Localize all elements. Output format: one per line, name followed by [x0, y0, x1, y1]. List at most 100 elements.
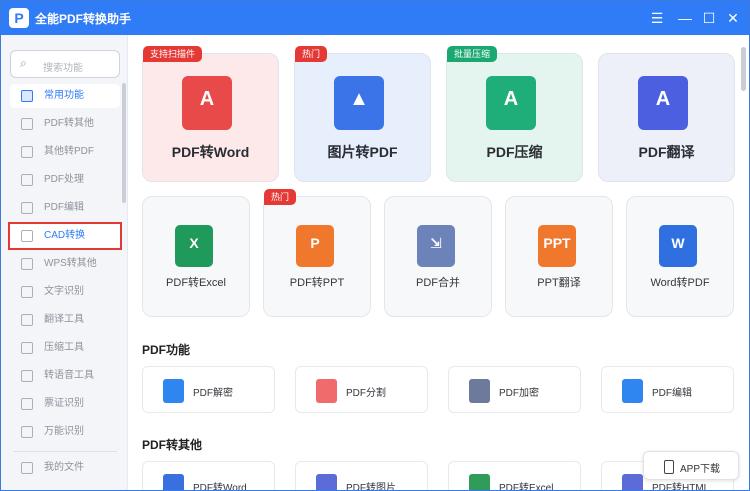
- ticket-icon: [21, 398, 33, 410]
- menu-icon[interactable]: ☰: [648, 9, 666, 27]
- sidebar-item-11[interactable]: 转语音工具: [10, 364, 120, 388]
- sidebar-item-label: 文字识别: [44, 286, 84, 297]
- sidebar-item-12[interactable]: 票证识别: [10, 392, 120, 416]
- icon-glyph: W: [671, 235, 685, 251]
- tool-icon: W: [659, 225, 697, 267]
- sidebar-item-1[interactable]: 常用功能: [10, 84, 120, 108]
- minimize-icon[interactable]: —: [676, 9, 694, 27]
- sidebar-item-label: WPS转其他: [44, 258, 97, 269]
- tool-card-label: PPT翻译: [537, 277, 581, 289]
- sidebar-item-3[interactable]: 其他转PDF: [10, 140, 120, 164]
- feature-card-label: 图片转PDF: [327, 144, 398, 160]
- file-icon: [622, 379, 643, 403]
- app-title: 全能PDF转换助手: [35, 12, 132, 26]
- sidebar-item-label: 转语音工具: [44, 370, 94, 381]
- feature-card-1[interactable]: 支持扫描件 A PDF转Word: [142, 46, 279, 182]
- sidebar-item-label: PDF处理: [44, 174, 84, 185]
- tool-card-label: PDF转Excel: [166, 277, 226, 289]
- tool-card-label: PDF转PPT: [289, 277, 345, 289]
- sidebar-item-9[interactable]: 翻译工具: [10, 308, 120, 332]
- translate-icon: [21, 314, 33, 326]
- sidebar-scrollbar[interactable]: [122, 83, 126, 203]
- feature-card-2[interactable]: 热门 ▲ 图片转PDF: [294, 46, 431, 182]
- sidebar-item-label: 压缩工具: [44, 342, 84, 353]
- tool-icon: P: [296, 225, 334, 267]
- close-icon[interactable]: ✕: [724, 9, 742, 27]
- maximize-icon[interactable]: ☐: [700, 9, 718, 27]
- card-tag: 热门: [295, 46, 328, 62]
- sidebar-item-6[interactable]: CAD转换: [8, 222, 122, 250]
- file-icon: [163, 379, 184, 403]
- feature-card-label: PDF转Word: [171, 144, 250, 160]
- sidebar-item-label: 常用功能: [44, 90, 84, 101]
- card-tag: 批量压缩: [447, 46, 498, 62]
- sidebar-item-my-files[interactable]: 我的文件: [10, 456, 120, 480]
- function-label: PDF转HTML: [652, 483, 710, 491]
- pdf-functions-card-2[interactable]: PDF分割: [295, 366, 428, 413]
- file-icon: [469, 379, 490, 403]
- feature-icon: A: [638, 76, 688, 130]
- file-icon: [469, 474, 490, 490]
- sidebar-item-label: 万能识别: [44, 426, 84, 437]
- search-input[interactable]: ⌕ 搜索功能: [10, 50, 120, 78]
- sidebar-item-2[interactable]: PDF转其他: [10, 112, 120, 136]
- pdf-to-other-card-2[interactable]: PDF转图片: [295, 461, 428, 491]
- icon-glyph: PPT: [543, 235, 571, 251]
- tool-card-label: Word转PDF: [650, 277, 710, 289]
- function-label: PDF转Word: [193, 483, 247, 491]
- pdf-edit-icon: [21, 202, 33, 214]
- function-label: PDF转图片: [346, 483, 396, 491]
- app-download-button[interactable]: APP下载: [643, 451, 739, 480]
- sidebar: ⌕ 搜索功能 常用功能 PDF转其他其他转PDF PDF处理 PDF编辑 CAD转换 WP…: [1, 35, 128, 490]
- icon-glyph: ⇲: [430, 235, 442, 251]
- tool-icon: X: [175, 225, 213, 267]
- home-icon: [21, 90, 33, 102]
- title-bar: P 全能PDF转换助手 ☰ — ☐ ✕: [1, 1, 749, 35]
- icon-glyph: A: [655, 88, 671, 110]
- feature-card-3[interactable]: 批量压缩 A PDF压缩: [446, 46, 583, 182]
- card-tag: 热门: [264, 189, 297, 205]
- tool-card-1[interactable]: X PDF转Excel: [142, 196, 250, 317]
- feature-card-label: PDF翻译: [638, 144, 695, 160]
- sidebar-item-13[interactable]: 万能识别: [10, 420, 120, 444]
- main-content: 支持扫描件 A PDF转Word 热门 ▲ 图片转PDF 批量压缩 A PDF压缩 A PDF翻译 …: [128, 35, 749, 491]
- feature-icon: A: [182, 76, 232, 130]
- main-scrollbar[interactable]: [741, 47, 746, 91]
- pdf-functions-card-4[interactable]: PDF编辑: [601, 366, 734, 413]
- tool-icon: ⇲: [417, 225, 455, 267]
- sidebar-item-label: PDF编辑: [44, 202, 84, 213]
- tool-card-5[interactable]: W Word转PDF: [626, 196, 734, 317]
- pdf-to-other-card-1[interactable]: PDF转Word: [142, 461, 275, 491]
- icon-glyph: P: [310, 235, 320, 251]
- phone-icon: [664, 460, 674, 474]
- icon-glyph: X: [189, 235, 199, 251]
- app-logo: P: [9, 8, 29, 28]
- icon-glyph: A: [503, 88, 519, 110]
- pdf-functions-card-3[interactable]: PDF加密: [448, 366, 581, 413]
- icon-glyph: ▲: [349, 88, 369, 110]
- search-icon: ⌕: [20, 56, 27, 70]
- card-tag: 支持扫描件: [143, 46, 203, 62]
- tool-card-2[interactable]: 热门 P PDF转PPT: [263, 189, 371, 317]
- pdf-icon: [21, 118, 33, 130]
- file-icon: [316, 474, 337, 490]
- file-icon: [316, 379, 337, 403]
- tool-icon: PPT: [538, 225, 576, 267]
- function-label: PDF解密: [193, 388, 233, 399]
- sidebar-item-10[interactable]: 压缩工具: [10, 336, 120, 360]
- tool-card-3[interactable]: ⇲ PDF合并: [384, 196, 492, 317]
- feature-card-4[interactable]: A PDF翻译: [598, 53, 735, 182]
- sidebar-item-5[interactable]: PDF编辑: [10, 196, 120, 220]
- pdf-to-other-card-3[interactable]: PDF转Excel: [448, 461, 581, 491]
- sidebar-item-7[interactable]: WPS转其他: [10, 252, 120, 276]
- section-title-pdf-to-other: PDF转其他: [142, 438, 203, 452]
- sidebar-item-label: 票证识别: [44, 398, 84, 409]
- sidebar-item-label: PDF转其他: [44, 118, 94, 129]
- audio-icon: [21, 370, 33, 382]
- sidebar-item-4[interactable]: PDF处理: [10, 168, 120, 192]
- tool-card-4[interactable]: PPT PPT翻译: [505, 196, 613, 317]
- function-label: PDF加密: [499, 388, 539, 399]
- function-label: PDF转Excel: [499, 483, 554, 491]
- sidebar-item-8[interactable]: 文字识别: [10, 280, 120, 304]
- pdf-functions-card-1[interactable]: PDF解密: [142, 366, 275, 413]
